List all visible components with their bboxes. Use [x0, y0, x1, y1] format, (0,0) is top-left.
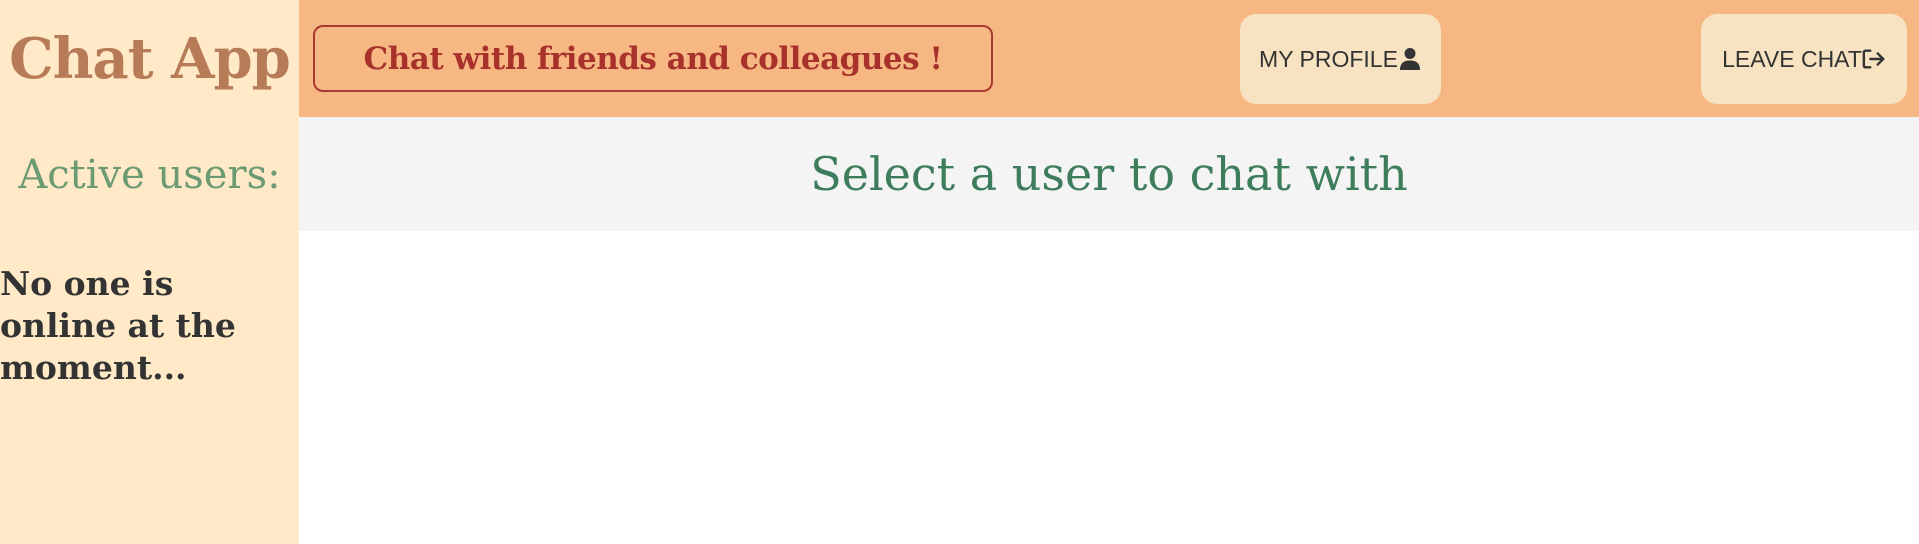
my-profile-button[interactable]: MY PROFILE: [1240, 14, 1441, 104]
leave-chat-button[interactable]: LEAVE CHAT: [1701, 14, 1907, 104]
my-profile-label: MY PROFILE: [1259, 45, 1398, 72]
chat-app: Chat App Active users: No one is online …: [0, 0, 1919, 544]
active-users-heading: Active users:: [18, 151, 281, 198]
no-users-online-message: No one is online at the moment...: [0, 264, 236, 387]
leave-chat-label: LEAVE CHAT: [1722, 45, 1862, 72]
user-icon: [1398, 46, 1422, 72]
top-header: Chat with friends and colleagues ! MY PR…: [299, 0, 1919, 117]
logout-icon: [1862, 46, 1886, 72]
chat-area: [299, 231, 1919, 544]
app-logo-title[interactable]: Chat App: [0, 0, 299, 117]
sidebar: Chat App Active users: No one is online …: [0, 0, 299, 544]
chat-prompt-header: Select a user to chat with: [299, 117, 1919, 231]
tagline-banner: Chat with friends and colleagues !: [313, 25, 993, 92]
